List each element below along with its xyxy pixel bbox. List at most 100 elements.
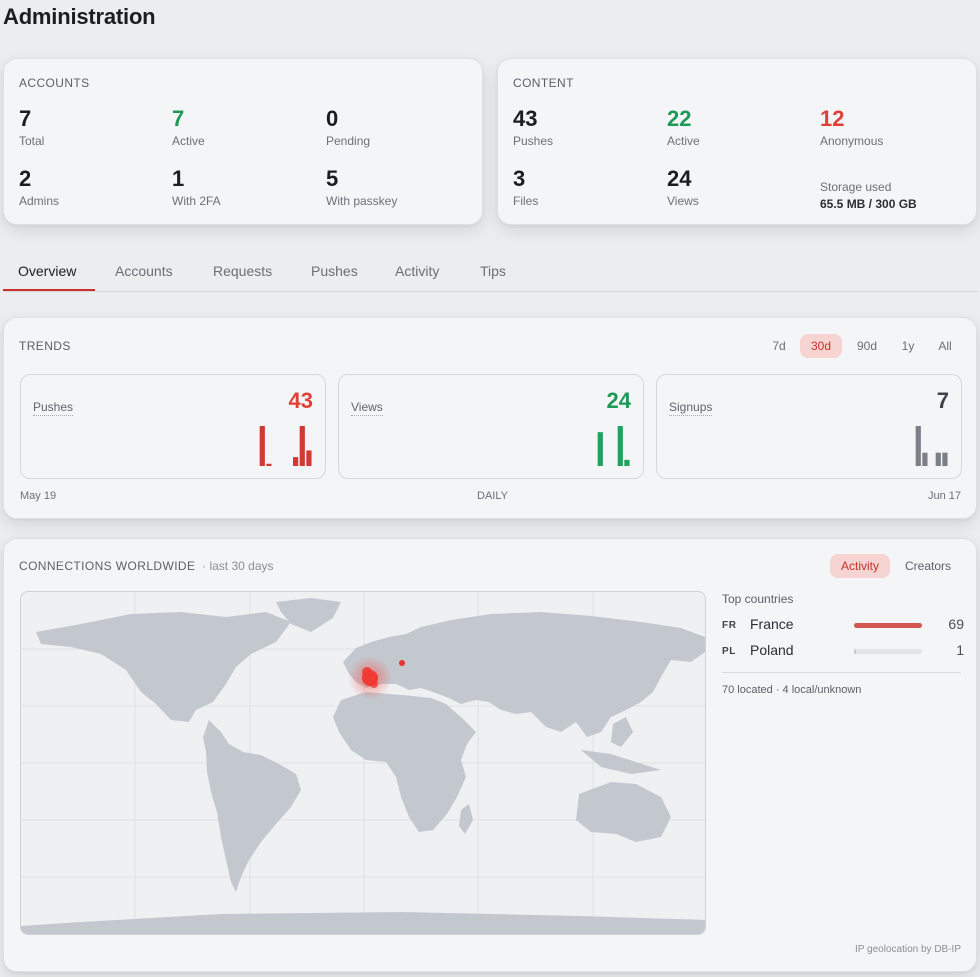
world-map[interactable] [20,591,706,935]
sparkline-bar [306,450,312,466]
connections-title: CONNECTIONS WORLDWIDE [19,559,196,573]
trend-total: 7 [936,388,949,413]
content-label: CONTENT [513,76,574,90]
world-map-svg [21,592,705,934]
top-countries-label: Top countries [722,592,794,606]
sparkline-bar [935,452,941,466]
country-share-bar [854,623,922,628]
stat-content-anonymous: 12 Anonymous [820,106,883,148]
stat-label: Active [172,134,205,148]
accounts-label: ACCOUNTS [19,76,90,90]
tab-accounts[interactable]: Accounts [115,253,173,292]
connections-heading: CONNECTIONS WORLDWIDE · last 30 days [19,559,274,573]
stat-accounts-total: 7 Total [19,106,44,148]
stat-content-active: 22 Active [667,106,700,148]
range-7d[interactable]: 7d [764,334,794,358]
trends-card: TRENDS 7d 30d 90d 1y All Pushes 43 Views… [3,317,977,519]
stat-value: 24 [667,166,692,191]
sparkline-bar [624,459,630,466]
storage-value: 65.5 MB / 300 GB [820,197,917,211]
country-count: 69 [948,616,964,632]
sparkline-bar [915,426,921,466]
trend-total: 43 [288,388,313,413]
country-name: Poland [750,642,794,658]
stat-label: Views [667,194,699,208]
tab-pushes[interactable]: Pushes [311,253,358,292]
sparkline-bar [259,426,265,466]
country-name: France [750,616,794,632]
toggle-activity[interactable]: Activity [830,554,890,578]
active-tab-indicator [3,289,95,291]
tab-activity[interactable]: Activity [395,253,439,292]
range-1y[interactable]: 1y [894,334,922,358]
x-axis-start: May 19 [20,490,57,502]
stat-label: Active [667,134,700,148]
sparkline-bar [617,426,623,466]
stat-value: 7 [172,106,185,131]
connections-summary: 70 located · 4 local/unknown [722,684,862,696]
range-30d[interactable]: 30d [800,334,842,358]
stat-value: 3 [513,166,526,191]
main-tabs: Overview Accounts Requests Pushes Activi… [3,253,978,292]
x-axis-granularity: DAILY [477,490,508,502]
stat-accounts-active: 7 Active [172,106,205,148]
country-share-fill [854,649,856,654]
country-code: PL [722,646,736,657]
connections-card: CONNECTIONS WORLDWIDE · last 30 days Act… [3,538,977,972]
stat-accounts-admins: 2 Admins [19,166,59,208]
stat-storage-used: Storage used 65.5 MB / 300 GB [820,180,917,211]
trend-signups-card[interactable]: Signups 7 [656,374,962,479]
stat-value: 7 [19,106,32,131]
country-row: FR France 69 [722,616,964,636]
connections-subtitle: · last 30 days [202,559,274,573]
stat-value: 2 [19,166,32,191]
trends-label: TRENDS [19,339,71,353]
sparkline-bar [597,432,603,466]
sparkline-bar [942,452,948,466]
stat-content-pushes: 43 Pushes [513,106,553,148]
stat-value: 5 [326,166,339,191]
geolocation-attribution: IP geolocation by DB-IP [855,944,961,955]
sparkline-bar [266,463,272,466]
trend-label: Signups [669,400,713,416]
stat-content-views: 24 Views [667,166,699,208]
toggle-creators[interactable]: Creators [897,554,959,578]
range-90d[interactable]: 90d [849,334,885,358]
country-row: PL Poland 1 [722,642,964,662]
tab-tips[interactable]: Tips [480,253,506,292]
trend-pushes-card[interactable]: Pushes 43 [20,374,326,479]
sparkline-bar [293,457,299,466]
range-all[interactable]: All [930,334,960,358]
country-share-fill [854,623,922,628]
signups-sparkline [915,426,948,466]
stat-content-files: 3 Files [513,166,538,208]
stat-value: 1 [172,166,185,191]
pushes-sparkline [259,426,312,466]
sparkline-bar [922,452,928,466]
page-title: Administration [3,4,156,29]
stat-label: Pending [326,134,371,148]
trend-total: 24 [606,388,631,413]
stat-label: Anonymous [820,134,884,148]
tab-overview[interactable]: Overview [18,253,76,292]
stat-label: With passkey [326,194,398,208]
x-axis-end: Jun 17 [927,490,961,502]
views-sparkline [597,426,630,466]
tab-requests[interactable]: Requests [213,253,272,292]
stat-accounts-passkey: 5 With passkey [326,166,397,208]
stat-value: 0 [326,106,339,131]
stat-value: 12 [820,106,845,131]
stat-label: Admins [19,194,60,208]
stat-label: With 2FA [172,194,221,208]
content-card: CONTENT 43 Pushes 22 Active 12 Anonymous… [497,58,977,225]
trend-views-card[interactable]: Views 24 [338,374,644,479]
stat-accounts-2fa: 1 With 2FA [172,166,221,208]
stat-value: 43 [513,106,538,131]
country-share-bar [854,649,922,654]
country-code: FR [722,620,737,631]
trend-label: Views [351,400,383,416]
stat-label: Pushes [513,134,554,148]
stat-label: Files [513,194,539,208]
trend-label: Pushes [33,400,74,416]
accounts-card: ACCOUNTS 7 Total 7 Active 0 Pending 2 Ad… [3,58,483,225]
